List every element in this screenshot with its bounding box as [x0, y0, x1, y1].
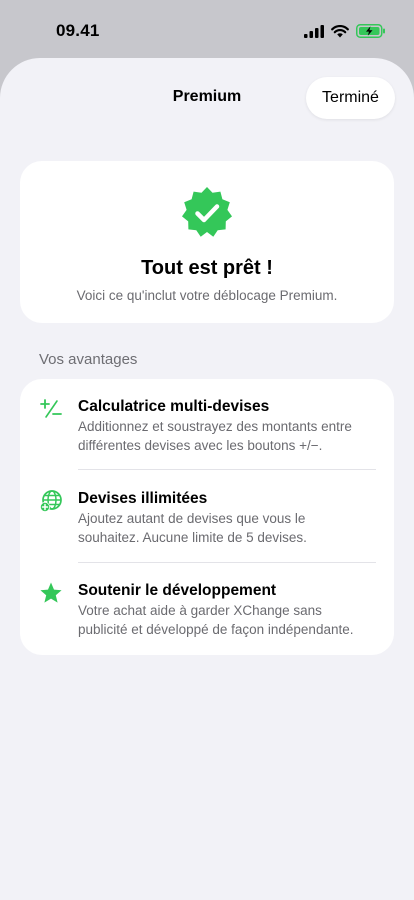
- status-icons: [304, 24, 386, 38]
- cellular-signal-icon: [304, 24, 324, 38]
- globe-icon: [40, 490, 62, 512]
- status-time: 09.41: [56, 21, 100, 40]
- benefit-description: Votre achat aide à garder XChange sans p…: [78, 601, 383, 639]
- hero-subtitle: Voici ce qu'inclut votre déblocage Premi…: [76, 288, 338, 303]
- hero-title: Tout est prêt !: [141, 257, 273, 279]
- hero-card: Tout est prêt ! Voici ce qu'inclut votre…: [20, 161, 394, 323]
- divider: [78, 469, 376, 470]
- star-icon: [40, 582, 62, 603]
- plus-minus-icon: [40, 399, 62, 418]
- premium-sheet: Premium Terminé Tout est prêt ! Voici ce…: [0, 58, 414, 900]
- benefit-description-line: souhaitez. Aucune limite de 5 devises.: [78, 530, 307, 545]
- done-button[interactable]: Terminé: [306, 77, 395, 119]
- status-bar: 09.41: [0, 0, 414, 58]
- benefit-description-line: différentes devises avec les boutons +/−…: [78, 438, 323, 453]
- divider: [78, 562, 376, 563]
- benefit-description-line: Votre achat aide à garder XChange sans: [78, 603, 322, 618]
- benefit-description: Additionnez et soustrayez des montants e…: [78, 417, 383, 455]
- battery-charging-icon: [356, 24, 385, 38]
- benefits-section-header: Vos avantages: [39, 351, 138, 368]
- wifi-icon: [331, 24, 349, 37]
- benefits-card: Calculatrice multi-devises Additionnez e…: [20, 379, 394, 655]
- checkmark-seal-icon: [182, 187, 232, 237]
- benefit-title: Devises illimitées: [78, 490, 208, 507]
- benefit-title: Calculatrice multi-devises: [78, 398, 270, 415]
- benefit-title: Soutenir le développement: [78, 582, 277, 599]
- benefit-description-line: Ajoutez autant de devises que vous le: [78, 511, 306, 526]
- benefit-description: Ajoutez autant de devises que vous le so…: [78, 509, 383, 547]
- benefit-description-line: Additionnez et soustrayez des montants e…: [78, 419, 352, 434]
- benefit-description-line: publicité et développé de façon indépend…: [78, 622, 354, 637]
